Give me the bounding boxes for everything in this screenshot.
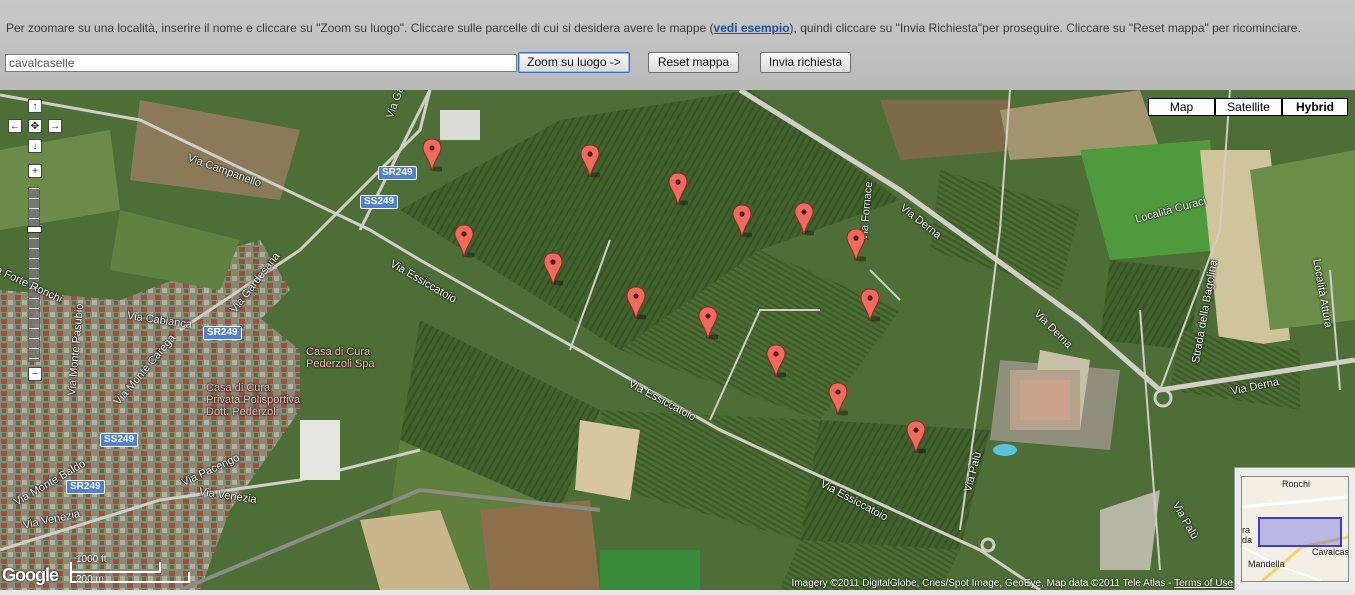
parcel-marker[interactable] <box>766 344 786 378</box>
reset-map-button[interactable]: Reset mappa <box>648 52 739 73</box>
parcel-marker[interactable] <box>698 306 718 340</box>
pan-down-button[interactable]: ↓ <box>28 139 42 153</box>
maptype-map-button[interactable]: Map <box>1148 98 1215 116</box>
pan-up-button[interactable]: ↑ <box>28 99 42 113</box>
copyright-text: Imagery ©2011 DigitalGlobe, Cnes/Spot Im… <box>791 578 1175 589</box>
terms-link[interactable]: Terms of Use <box>1174 578 1233 589</box>
road-shield: SR249 <box>66 480 105 494</box>
scale-meters: 200 m <box>76 574 104 585</box>
maptype-satellite-button[interactable]: Satellite <box>1215 98 1282 116</box>
pan-left-button[interactable]: ← <box>8 119 22 133</box>
map-canvas[interactable]: ↑ ← ✥ → ↓ + − Map Satellite Hybrid Via G… <box>0 90 1355 590</box>
google-logo: Google <box>2 565 59 585</box>
road-shield: SR249 <box>203 326 242 340</box>
overview-label: Cavalcaselle <box>1312 547 1349 557</box>
example-link[interactable]: vedi esempio <box>714 21 790 35</box>
parcel-marker[interactable] <box>860 288 880 322</box>
instructions-before: Per zoomare su una località, inserire il… <box>6 21 714 35</box>
zoom-slider-track[interactable] <box>28 187 40 362</box>
send-request-button[interactable]: Invia richiesta <box>760 52 851 73</box>
top-toolbar: Per zoomare su una località, inserire il… <box>0 0 1355 90</box>
parcel-marker[interactable] <box>626 286 646 320</box>
overview-viewport-box[interactable] <box>1258 517 1342 547</box>
bottom-strip <box>0 590 1355 595</box>
parcel-marker[interactable] <box>906 420 926 454</box>
poi-label: Casa di Cura Privata Polisportiva Dott. … <box>206 382 301 418</box>
parcel-marker[interactable] <box>580 144 600 178</box>
poi-label: Casa di Cura Pederzoli Spa <box>306 346 375 370</box>
parcel-marker[interactable] <box>732 204 752 238</box>
pan-center-button[interactable]: ✥ <box>28 119 42 133</box>
overview-map-inner: Ronchi ra da Cavalcaselle Mandella <box>1241 476 1349 582</box>
parcel-marker[interactable] <box>828 382 848 416</box>
zoom-slider-handle[interactable] <box>27 226 42 233</box>
pan-right-button[interactable]: → <box>48 119 62 133</box>
maptype-hybrid-button[interactable]: Hybrid <box>1282 98 1348 116</box>
parcel-marker[interactable] <box>668 172 688 206</box>
instructions-after: ), quindi cliccare su "Invia Richiesta"p… <box>789 21 1301 35</box>
overview-map[interactable]: Ronchi ra da Cavalcaselle Mandella <box>1234 467 1355 590</box>
location-search-input[interactable] <box>5 54 517 72</box>
scale-feet: 1000 ft <box>76 554 107 565</box>
parcel-marker[interactable] <box>794 202 814 236</box>
overview-label: Mandella <box>1248 559 1285 569</box>
parcel-marker[interactable] <box>846 228 866 262</box>
zoom-in-button[interactable]: + <box>28 164 42 178</box>
road-shield: SS249 <box>100 433 139 447</box>
map-copyright: Imagery ©2011 DigitalGlobe, Cnes/Spot Im… <box>792 578 1233 589</box>
road-shield: SS249 <box>360 195 399 209</box>
instructions-text: Per zoomare su una località, inserire il… <box>6 21 1301 35</box>
parcel-marker[interactable] <box>422 138 442 172</box>
road-shield: SR249 <box>378 166 417 180</box>
zoom-to-place-button[interactable]: Zoom su luogo -> <box>518 52 630 73</box>
overview-label: ra da <box>1242 525 1253 545</box>
overview-label: Ronchi <box>1282 479 1311 489</box>
parcel-marker[interactable] <box>543 252 563 286</box>
zoom-out-button[interactable]: − <box>28 367 42 381</box>
parcel-marker[interactable] <box>454 224 474 258</box>
